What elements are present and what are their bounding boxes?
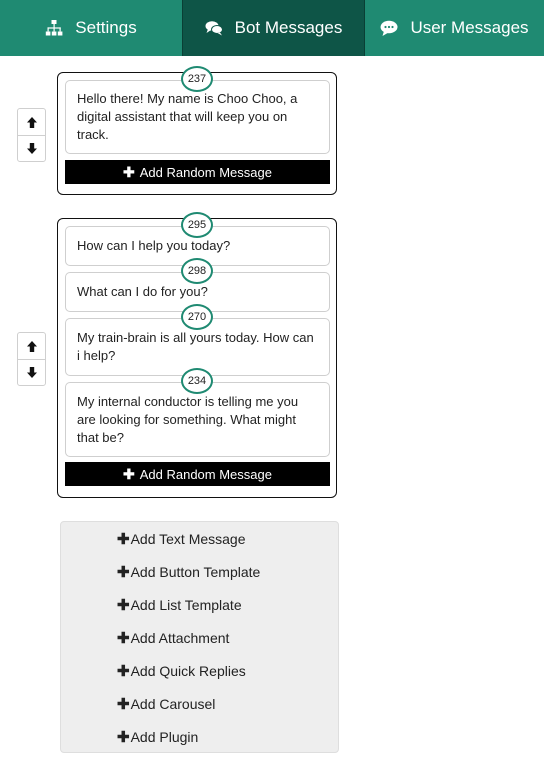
move-up-button[interactable] — [18, 109, 45, 135]
add-text-message-item[interactable]: ✚ Add Text Message — [117, 530, 246, 548]
add-random-message-button[interactable]: ✚ Add Random Message — [65, 462, 330, 486]
group-1-reorder — [17, 108, 46, 162]
move-down-button[interactable] — [18, 135, 45, 161]
tab-user-messages[interactable]: User Messages — [365, 0, 544, 56]
tab-user-messages-label: User Messages — [410, 18, 529, 37]
message-id-badge: 295 — [181, 212, 213, 238]
add-random-message-label: Add Random Message — [139, 164, 272, 180]
plus-icon: ✚ — [117, 597, 130, 614]
comment-icon — [380, 20, 398, 36]
group-2-reorder — [17, 332, 46, 386]
tab-bot-messages[interactable]: Bot Messages — [182, 0, 365, 56]
plus-icon: ✚ — [117, 531, 130, 548]
plus-icon: ✚ — [117, 663, 130, 680]
arrow-down-icon — [26, 367, 37, 378]
plus-icon: ✚ — [117, 729, 130, 746]
message-id-badge: 237 — [181, 66, 213, 92]
add-random-message-label: Add Random Message — [139, 466, 272, 482]
plus-icon: ✚ — [123, 163, 135, 180]
add-random-message-button[interactable]: ✚ Add Random Message — [65, 160, 330, 184]
add-message-menu: ✚ Add Text Message ✚ Add Button Template… — [60, 521, 339, 753]
add-list-template-item[interactable]: ✚ Add List Template — [117, 596, 242, 614]
tab-settings[interactable]: Settings — [0, 0, 182, 56]
menu-item-label: Add Text Message — [130, 531, 246, 547]
add-quick-replies-item[interactable]: ✚ Add Quick Replies — [117, 662, 246, 680]
message-id-badge: 270 — [181, 304, 213, 330]
message-text: Hello there! My name is Choo Choo, a dig… — [77, 91, 298, 142]
plus-icon: ✚ — [123, 465, 135, 482]
plus-icon: ✚ — [117, 564, 130, 581]
menu-item-label: Add Plugin — [130, 729, 199, 745]
arrow-down-icon — [26, 143, 37, 154]
arrow-up-icon — [26, 340, 37, 352]
message-text: What can I do for you? — [77, 284, 208, 299]
message-id-badge: 298 — [181, 258, 213, 284]
tab-bot-messages-label: Bot Messages — [234, 18, 343, 37]
add-attachment-item[interactable]: ✚ Add Attachment — [117, 629, 229, 647]
add-carousel-item[interactable]: ✚ Add Carousel — [117, 695, 215, 713]
message-text: My train-brain is all yours today. How c… — [77, 330, 314, 363]
tab-settings-label: Settings — [75, 18, 137, 37]
plus-icon: ✚ — [117, 696, 130, 713]
plus-icon: ✚ — [117, 630, 130, 647]
move-up-button[interactable] — [18, 333, 45, 359]
menu-item-label: Add Carousel — [130, 696, 216, 712]
menu-item-label: Add Quick Replies — [130, 663, 246, 679]
message-id-badge: 234 — [181, 368, 213, 394]
message-text: My internal conductor is telling me you … — [77, 393, 299, 445]
menu-item-label: Add Button Template — [130, 564, 261, 580]
add-plugin-item[interactable]: ✚ Add Plugin — [117, 728, 198, 746]
move-down-button[interactable] — [18, 359, 45, 385]
arrow-up-icon — [26, 116, 37, 128]
comments-icon — [205, 21, 223, 36]
menu-item-label: Add List Template — [130, 597, 242, 613]
message-text: How can I help you today? — [77, 238, 231, 253]
sitemap-icon — [46, 20, 63, 36]
menu-item-label: Add Attachment — [130, 630, 230, 646]
tab-bar: Settings Bot Messages User Messages — [0, 0, 544, 56]
add-button-template-item[interactable]: ✚ Add Button Template — [117, 563, 260, 581]
